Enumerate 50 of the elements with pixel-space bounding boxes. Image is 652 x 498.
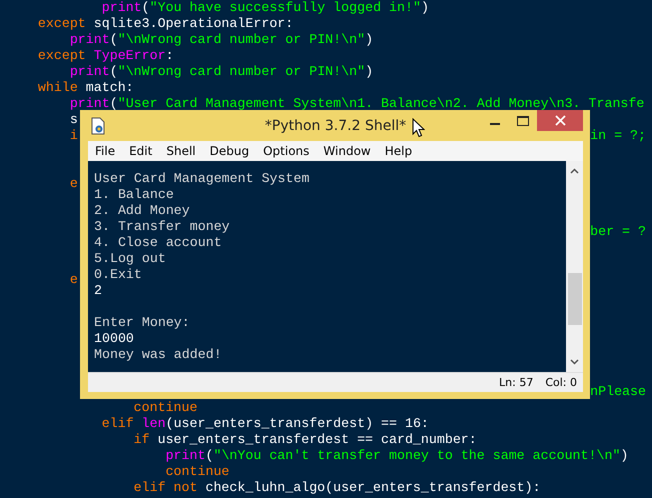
- output-line: 4. Close account: [94, 235, 222, 250]
- output-line: 5.Log out: [94, 251, 166, 266]
- menu-item[interactable]: Window: [316, 144, 378, 158]
- output-line: Money was added!: [94, 347, 222, 362]
- document-icon: [90, 116, 106, 134]
- menu-item[interactable]: File: [88, 144, 122, 158]
- code-line: while match:: [38, 80, 134, 95]
- code-line: e: [70, 272, 78, 287]
- code-fragment: ber = ?: [590, 224, 646, 240]
- column-number: Col: 0: [545, 376, 577, 389]
- code-fragment: nPlease: [590, 384, 646, 400]
- minimize-icon: [490, 123, 500, 125]
- code-line: elif len(user_enters_transferdest) == 16:: [102, 416, 429, 431]
- scroll-thumb[interactable]: [568, 273, 582, 325]
- code-fragment: in = ?;: [590, 128, 646, 144]
- line-number: Ln: 57: [499, 376, 534, 389]
- menu-item[interactable]: Shell: [159, 144, 203, 158]
- code-line: print("User Card Management System\n1. Balance\n2. Add Money\n3. Transfe: [70, 96, 644, 111]
- maximize-icon: [517, 116, 529, 126]
- code-line: continue: [134, 400, 198, 415]
- output-line: 1. Balance: [94, 187, 174, 202]
- code-line: print("\nYou can't transfer money to the same account!\n"): [166, 448, 628, 463]
- output-line: Enter Money:: [94, 315, 190, 330]
- close-icon: [554, 115, 566, 126]
- mouse-cursor-icon: [412, 118, 425, 138]
- scroll-down-icon[interactable]: [570, 359, 579, 365]
- output-line: 0.Exit: [94, 267, 142, 282]
- menu-item[interactable]: Debug: [202, 144, 256, 158]
- menu-item[interactable]: Help: [378, 144, 420, 158]
- code-line: if user_enters_transferdest == card_number:: [134, 432, 477, 447]
- scroll-up-icon[interactable]: [570, 168, 579, 174]
- code-line: continue: [166, 464, 230, 479]
- menu-item[interactable]: Edit: [122, 144, 160, 158]
- code-line: print("\nWrong card number or PIN!\n"): [70, 32, 374, 47]
- menu-item[interactable]: Options: [256, 144, 316, 158]
- code-line: except TypeError:: [38, 48, 174, 63]
- input-text: 10000: [94, 331, 134, 346]
- code-line: print("\nWrong card number or PIN!\n"): [70, 64, 374, 79]
- code-line: elif not check_luhn_algo(user_enters_transferdest):: [134, 480, 541, 495]
- close-button[interactable]: [537, 110, 583, 131]
- output-line: 2. Add Money: [94, 203, 190, 218]
- code-line: e: [70, 176, 78, 191]
- code-line: print("You have successfully logged in!"): [102, 0, 429, 15]
- code-line: except sqlite3.OperationalError:: [38, 16, 294, 31]
- output-line: 3. Transfer money: [94, 219, 230, 234]
- code-line: s: [70, 112, 78, 127]
- window-title: *Python 3.7.2 Shell*: [264, 118, 406, 134]
- output-line: User Card Management System: [94, 171, 310, 186]
- code-line: i: [70, 128, 78, 143]
- input-text: 2: [94, 283, 102, 298]
